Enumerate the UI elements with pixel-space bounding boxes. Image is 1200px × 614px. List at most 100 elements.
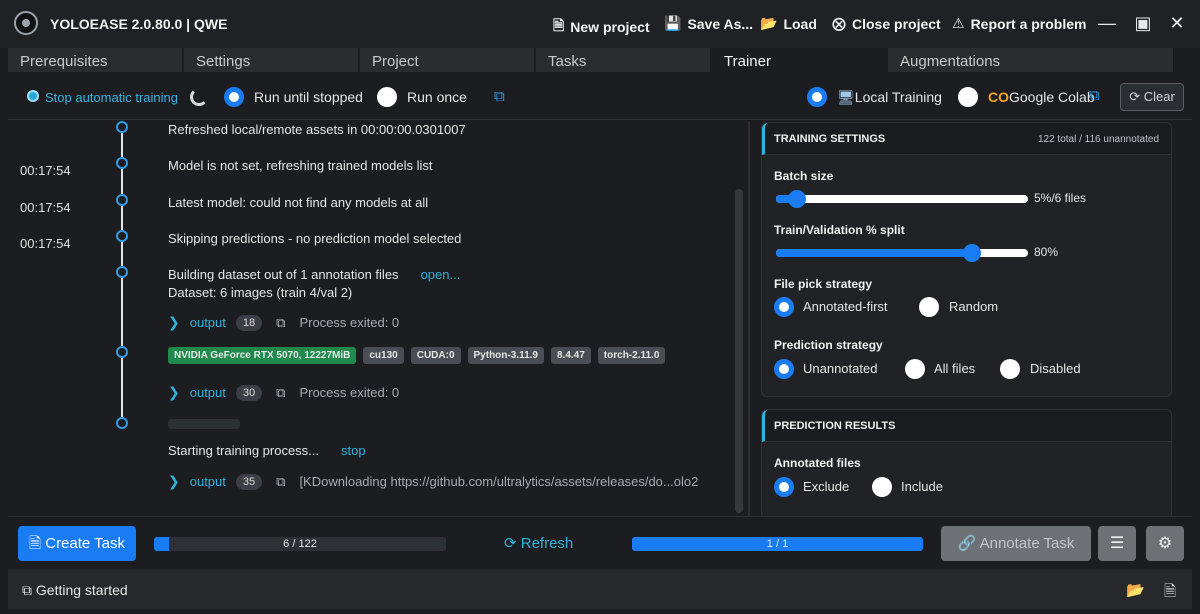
random-radio[interactable] (919, 297, 939, 317)
timeline-node (116, 157, 128, 169)
copy-icon[interactable]: ⧉ (276, 315, 285, 331)
close-project-button[interactable]: ⨂ Close project (832, 15, 941, 32)
minimize-icon[interactable]: — (1096, 13, 1118, 34)
local-training-radio[interactable] (807, 87, 827, 107)
log-message: Refreshed local/remote assets in 00:00:0… (168, 122, 466, 137)
open-dataset-link[interactable]: open... (421, 267, 461, 282)
stop-automatic-training-button[interactable]: Stop automatic training (45, 90, 178, 105)
settings-button[interactable]: ⚙ (1146, 526, 1184, 561)
output-toggle[interactable]: output (190, 315, 226, 330)
output-toggle[interactable]: output (190, 474, 226, 489)
batch-size-slider[interactable] (776, 190, 1028, 208)
training-settings-panel: TRAINING SETTINGS 122 total / 116 unanno… (761, 122, 1172, 397)
split-slider[interactable] (776, 244, 1028, 262)
close-icon[interactable]: ✕ (1166, 13, 1188, 34)
load-button[interactable]: 📂 Load (760, 15, 817, 32)
output-count-badge: 35 (235, 473, 263, 490)
annotated-files-label: Annotated files (774, 456, 861, 470)
environment-badges: NVIDIA GeForce RTX 5070, 12227MiB cu130 … (168, 347, 666, 364)
new-project-button[interactable]: 🗎 New project (553, 15, 650, 39)
log-scrollbar[interactable] (735, 189, 743, 513)
annotated-first-radio[interactable] (774, 297, 794, 317)
exclude-label[interactable]: Exclude (803, 479, 849, 494)
batch-size-label: Batch size (774, 169, 834, 183)
include-radio[interactable] (872, 477, 892, 497)
training-log: Refreshed local/remote assets in 00:00:0… (8, 121, 748, 516)
training-settings-header: TRAINING SETTINGS 122 total / 116 unanno… (762, 123, 1171, 155)
all-files-label[interactable]: All files (934, 361, 975, 376)
disabled-label[interactable]: Disabled (1030, 361, 1081, 376)
external-link-icon: ⧉ (22, 582, 32, 598)
tab-project[interactable]: Project (360, 48, 534, 72)
action-bar: 🗎 Create Task 6 / 122 ⟳ Refresh 1 / 1 🔗 … (8, 516, 1192, 569)
exclude-radio[interactable] (774, 477, 794, 497)
chevron-right-icon[interactable]: ❯ (168, 473, 180, 490)
loading-spinner-icon (190, 88, 208, 106)
batch-size-thumb[interactable] (788, 190, 806, 208)
panel-divider[interactable] (748, 121, 750, 516)
warning-icon: ⚠ (952, 15, 965, 31)
tab-tasks[interactable]: Tasks (536, 48, 710, 72)
trainer-toolbar: Stop automatic training Run until stoppe… (8, 72, 1192, 120)
create-task-button[interactable]: 🗎 Create Task (18, 526, 136, 561)
colab-external-link-icon[interactable]: ⧉ (1089, 87, 1100, 104)
file-icon[interactable]: 🗎 (1164, 581, 1176, 606)
process-status: Process exited: 0 (299, 315, 400, 330)
getting-started-link[interactable]: ⧉ Getting started (22, 582, 128, 599)
split-thumb[interactable] (963, 244, 981, 262)
task-progress-text: 6 / 122 (283, 538, 317, 550)
local-training-label[interactable]: 🖥Local Training (837, 89, 942, 106)
tab-augmentations[interactable]: Augmentations (888, 48, 1173, 72)
file-pick-label: File pick strategy (774, 277, 873, 291)
prediction-results-panel: PREDICTION RESULTS Annotated files Exclu… (761, 409, 1172, 519)
random-label[interactable]: Random (949, 299, 998, 314)
task-progress-bar: 6 / 122 (154, 537, 446, 551)
annotate-progress-bar: 1 / 1 (632, 537, 923, 551)
stop-auto-indicator-icon[interactable] (27, 90, 39, 102)
google-colab-radio[interactable] (958, 87, 978, 107)
file-icon: 🗎 (29, 535, 42, 552)
copy-icon[interactable]: ⧉ (276, 474, 285, 490)
save-as-button[interactable]: 💾 Save As... (664, 15, 753, 32)
list-view-button[interactable]: ☰ (1098, 526, 1136, 561)
disabled-radio[interactable] (1000, 359, 1020, 379)
annotate-progress-text: 1 / 1 (766, 538, 789, 550)
maximize-icon[interactable]: ▣ (1132, 13, 1154, 34)
folder-open-icon[interactable]: 📂 (1126, 581, 1145, 599)
report-problem-button[interactable]: ⚠ Report a problem (952, 15, 1086, 32)
gpu-badge: NVIDIA GeForce RTX 5070, 12227MiB (168, 347, 357, 364)
gear-icon: ⚙ (1157, 535, 1173, 552)
output-row: ❯ output 35 ⧉ [KDownloading https://gith… (168, 473, 698, 490)
annotated-first-label[interactable]: Annotated-first (803, 299, 888, 314)
process-status: [KDownloading https://github.com/ultraly… (299, 474, 699, 489)
chevron-right-icon[interactable]: ❯ (168, 314, 180, 331)
env-badge: Python-3.11.9 (467, 347, 544, 364)
timeline-node (116, 230, 128, 242)
unannotated-radio[interactable] (774, 359, 794, 379)
stop-training-link[interactable]: stop (341, 443, 366, 458)
run-once-radio[interactable] (377, 87, 397, 107)
include-label[interactable]: Include (901, 479, 943, 494)
refresh-button[interactable]: ⟳ Refresh (504, 534, 573, 552)
env-badge: 8.4.47 (550, 347, 591, 364)
all-files-radio[interactable] (905, 359, 925, 379)
google-colab-label[interactable]: COGoogle Colab (988, 89, 1095, 105)
external-link-icon[interactable]: ⧉ (494, 88, 505, 105)
tab-settings[interactable]: Settings (184, 48, 358, 72)
tab-prerequisites[interactable]: Prerequisites (8, 48, 182, 72)
annotate-task-button[interactable]: 🔗 Annotate Task (941, 526, 1091, 561)
chevron-right-icon[interactable]: ❯ (168, 384, 180, 401)
output-row: ❯ output 30 ⧉ Process exited: 0 (168, 384, 399, 401)
tab-trainer[interactable]: Trainer (712, 48, 886, 72)
timeline-node (116, 121, 128, 133)
run-until-stopped-label[interactable]: Run until stopped (254, 89, 363, 105)
env-badge: cu130 (363, 347, 404, 364)
env-badge: CUDA:0 (410, 347, 461, 364)
unannotated-label[interactable]: Unannotated (803, 361, 877, 376)
clear-button[interactable]: ⟳ Clear (1120, 83, 1184, 111)
output-toggle[interactable]: output (190, 385, 226, 400)
copy-icon[interactable]: ⧉ (276, 385, 285, 401)
run-once-label[interactable]: Run once (407, 89, 467, 105)
run-until-stopped-radio[interactable] (224, 87, 244, 107)
output-count-badge: 30 (235, 384, 263, 401)
